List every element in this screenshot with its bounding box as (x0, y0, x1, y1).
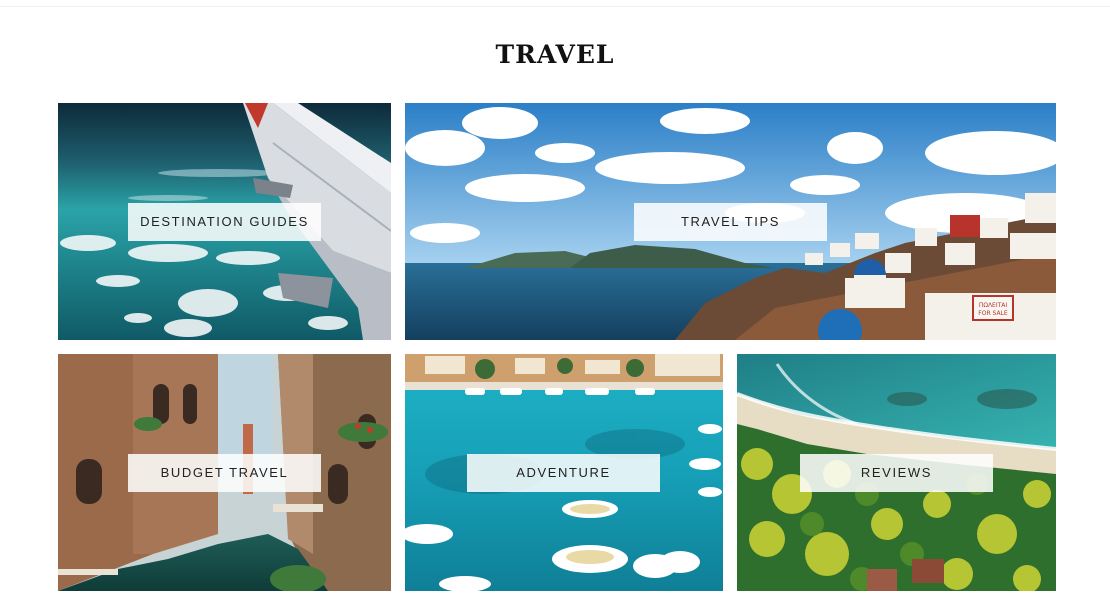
tile-label: REVIEWS (800, 453, 993, 492)
tile-adventure[interactable]: ADVENTURE (405, 354, 723, 591)
svg-text:ΠΩΛΕΙΤΑΙ: ΠΩΛΕΙΤΑΙ (979, 302, 1008, 309)
svg-text:FOR SALE: FOR SALE (978, 310, 1008, 317)
page-title: TRAVEL (495, 40, 615, 69)
tile-label: TRAVEL TIPS (634, 202, 827, 241)
tile-label: BUDGET TRAVEL (128, 453, 321, 492)
tile-label: ADVENTURE (467, 453, 660, 492)
tile-budget-travel[interactable]: BUDGET TRAVEL (58, 354, 391, 591)
top-divider (0, 6, 1110, 7)
tile-travel-tips[interactable]: ΠΩΛΕΙΤΑΙ FOR SALE TRAVEL TIPS (405, 103, 1056, 340)
tile-reviews[interactable]: REVIEWS (737, 354, 1056, 591)
tile-label: DESTINATION GUIDES (128, 202, 321, 241)
tile-destination-guides[interactable]: DESTINATION GUIDES (58, 103, 391, 340)
